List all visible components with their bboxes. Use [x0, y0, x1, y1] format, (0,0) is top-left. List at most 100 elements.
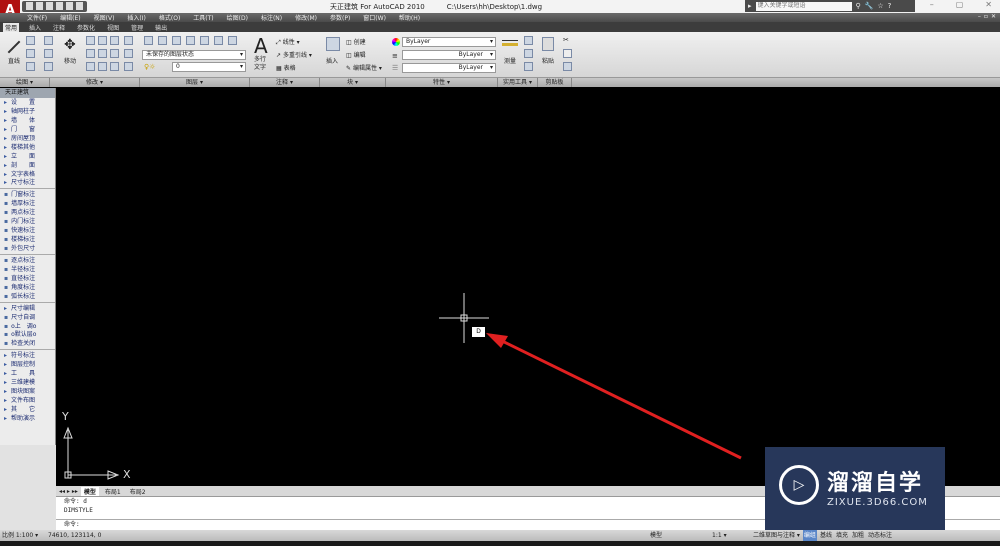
tab-output[interactable]: 输出	[153, 23, 169, 32]
palette-item[interactable]: 轴网柱子	[0, 107, 55, 116]
help-icon[interactable]: ?	[888, 2, 892, 10]
palette-item[interactable]: 角度标注	[0, 283, 55, 292]
print-icon[interactable]	[76, 2, 83, 10]
extend-icon[interactable]	[124, 49, 133, 58]
palette-item[interactable]: 工 具	[0, 369, 55, 378]
menu-help[interactable]: 帮助(H)	[399, 13, 420, 22]
match-properties-icon[interactable]	[563, 62, 572, 71]
panel-clipboard[interactable]: 剪贴板	[538, 78, 572, 87]
tab-home[interactable]: 常用	[3, 22, 20, 32]
rectangle-icon[interactable]	[44, 49, 53, 58]
palette-item[interactable]: 墙厚标注	[0, 199, 55, 208]
palette-item[interactable]: 门 窗	[0, 125, 55, 134]
menu-file[interactable]: 文件(F)	[27, 13, 47, 22]
multiline-text-button[interactable]: 多行文字	[254, 56, 268, 72]
layer-icon[interactable]	[214, 36, 223, 45]
palette-item[interactable]: 楼梯其他	[0, 143, 55, 152]
bold-toggle[interactable]: 加粗	[851, 530, 865, 541]
color-dropdown[interactable]: ByLayer	[402, 37, 496, 47]
menu-view[interactable]: 视图(V)	[94, 13, 115, 22]
doc-restore-icon[interactable]: ▫	[984, 13, 988, 20]
fillet-icon[interactable]	[124, 62, 133, 71]
palette-item[interactable]: 图层控制	[0, 360, 55, 369]
menu-parametric[interactable]: 参数(P)	[330, 13, 350, 22]
palette-item[interactable]: 逐点标注	[0, 256, 55, 265]
close-icon[interactable]: ✕	[985, 0, 992, 9]
palette-item[interactable]: 文件布图	[0, 396, 55, 405]
minimize-icon[interactable]: –	[930, 0, 934, 9]
search-input[interactable]	[755, 1, 852, 11]
rotate-arc-icon[interactable]	[44, 36, 53, 45]
measure-button[interactable]: 测量	[504, 56, 516, 65]
copy-icon[interactable]	[86, 36, 95, 45]
linear-dim-button[interactable]: ⤢ 线性 ▾	[276, 37, 300, 47]
palette-item[interactable]: 内门标注	[0, 217, 55, 226]
palette-item[interactable]: 文字表格	[0, 170, 55, 179]
multileader-button[interactable]: ↗ 多重引线 ▾	[276, 50, 312, 59]
menu-edit[interactable]: 编辑(E)	[60, 13, 80, 22]
layer-icon[interactable]	[228, 36, 237, 45]
palette-item[interactable]: 门窗标注	[0, 190, 55, 199]
line-icon[interactable]	[7, 40, 21, 54]
explode-icon[interactable]	[98, 62, 107, 71]
arrow-icon[interactable]: ▸	[748, 2, 752, 10]
palette-item[interactable]: 检查关闭	[0, 339, 55, 348]
scale-dropdown[interactable]: 比例 1:100 ▾	[2, 530, 38, 541]
layer-properties-icon[interactable]	[144, 36, 153, 45]
palette-item[interactable]: 两点标注	[0, 208, 55, 217]
menu-window[interactable]: 窗口(W)	[363, 13, 386, 22]
new-icon[interactable]	[26, 2, 33, 10]
star-icon[interactable]: ☆	[877, 2, 883, 10]
menu-tools[interactable]: 工具(T)	[193, 13, 213, 22]
panel-block[interactable]: 块 ▾	[320, 78, 386, 87]
line-button[interactable]: 直线	[8, 56, 20, 65]
nav-arrows-icon[interactable]: ◂◂ ▸ ▸▸	[59, 488, 78, 495]
open-icon[interactable]	[36, 2, 43, 10]
group-toggle[interactable]: 编组	[802, 530, 817, 541]
arc-icon[interactable]	[26, 62, 35, 71]
palette-item[interactable]: 外包尺寸	[0, 244, 55, 253]
cut-icon[interactable]: ✂	[563, 36, 569, 44]
layer-icon[interactable]	[186, 36, 195, 45]
hatch-icon[interactable]	[44, 62, 53, 71]
palette-item[interactable]: 图块图案	[0, 387, 55, 396]
palette-item[interactable]: 剖 面	[0, 161, 55, 170]
circle-icon[interactable]	[26, 49, 35, 58]
paste-icon[interactable]	[542, 37, 554, 51]
model-button[interactable]: 模型	[650, 530, 662, 541]
scale-icon[interactable]	[110, 36, 119, 45]
palette-item[interactable]: 立 面	[0, 152, 55, 161]
maximize-icon[interactable]: ▢	[956, 0, 964, 9]
tab-parametric[interactable]: 参数化	[75, 23, 97, 32]
doc-minimize-icon[interactable]: –	[978, 13, 981, 20]
doc-close-icon[interactable]: ✕	[991, 13, 996, 20]
calculator-icon[interactable]	[524, 62, 533, 71]
palette-item[interactable]: 弧长标注	[0, 292, 55, 301]
array-icon[interactable]	[124, 36, 133, 45]
menu-dimension[interactable]: 标注(N)	[261, 13, 282, 22]
tab-model[interactable]: 模型	[80, 486, 99, 496]
palette-item[interactable]: 尺寸编辑	[0, 304, 55, 313]
lineweight-dropdown[interactable]: ByLayer	[402, 63, 496, 73]
grid-array-icon[interactable]	[110, 62, 119, 71]
menu-modify[interactable]: 修改(M)	[295, 13, 317, 22]
lightbulb-icon[interactable]: ♀☼	[144, 63, 155, 71]
polyline-icon[interactable]	[26, 36, 35, 45]
tab-layout1[interactable]: 布局1	[102, 487, 124, 496]
tab-view[interactable]: 视图	[105, 23, 121, 32]
drawing-canvas[interactable]: Y X	[56, 88, 1000, 486]
palette-item[interactable]: o上 调o	[0, 322, 55, 331]
stretch-icon[interactable]	[86, 49, 95, 58]
palette-item[interactable]: 帮助演示	[0, 414, 55, 423]
undo-icon[interactable]	[56, 2, 63, 10]
layer-dropdown[interactable]: 0	[172, 62, 246, 72]
insert-button[interactable]: 插入	[326, 56, 338, 65]
panel-layers[interactable]: 图层 ▾	[140, 78, 250, 87]
paste-button[interactable]: 粘贴	[542, 56, 554, 65]
wrench-icon[interactable]: 🔧	[865, 2, 874, 10]
panel-annotation[interactable]: 注释 ▾	[250, 78, 320, 87]
palette-item[interactable]: 楼梯标注	[0, 235, 55, 244]
rotate-icon[interactable]	[98, 36, 107, 45]
panel-utilities[interactable]: 实用工具 ▾	[498, 78, 538, 87]
insert-block-icon[interactable]	[326, 37, 340, 51]
